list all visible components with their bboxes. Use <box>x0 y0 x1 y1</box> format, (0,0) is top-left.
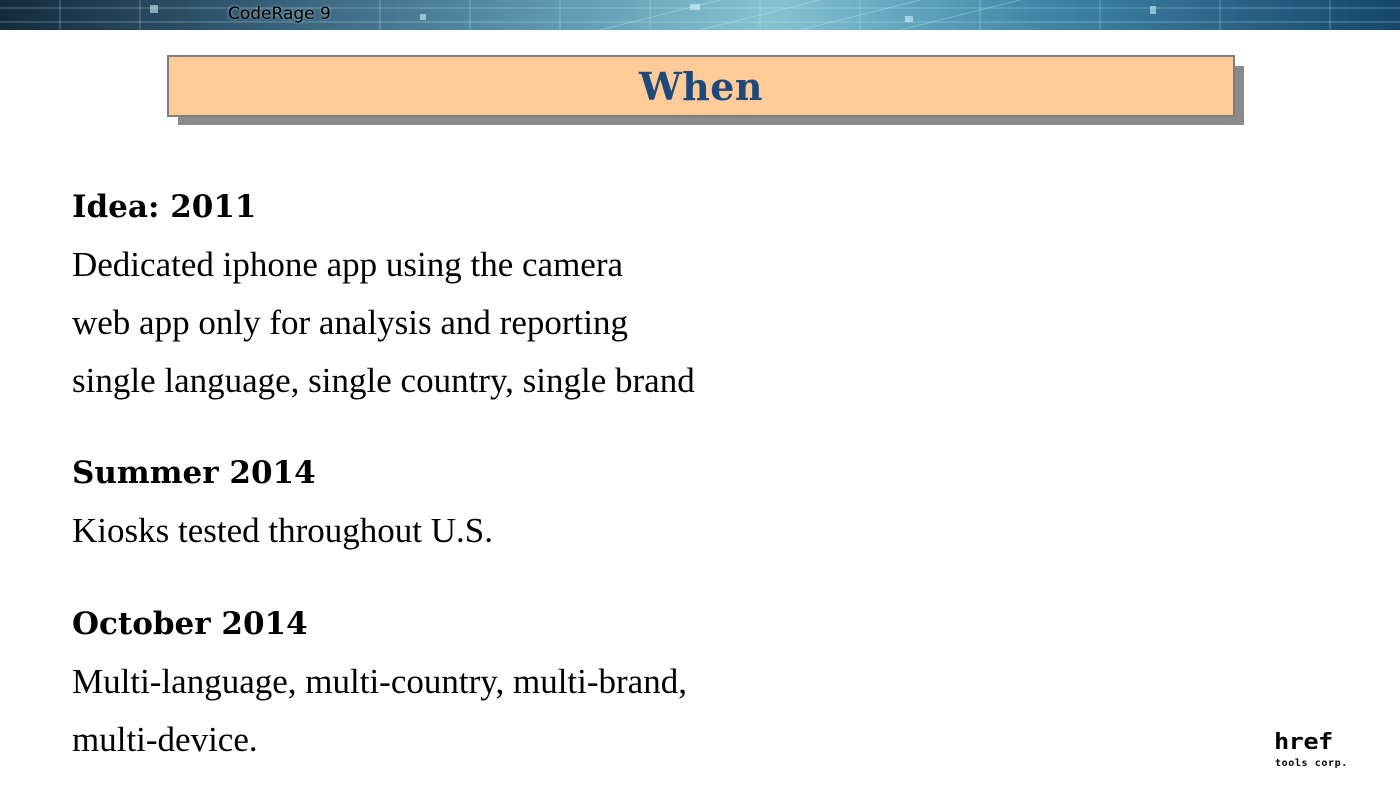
slide-content: Idea: 2011 Dedicated iphone app using th… <box>72 178 695 769</box>
slide-title: When <box>638 63 764 109</box>
section-line: multi-device. <box>72 720 258 759</box>
banner-title: CodeRage 9 <box>228 4 331 24</box>
logo-subtitle: tools corp. <box>1275 758 1348 769</box>
header-banner: CodeRage 9 <box>0 0 1400 30</box>
section-line: Dedicated iphone app using the camera <box>72 245 624 284</box>
section-heading: Idea: 2011 <box>72 189 257 225</box>
slide: CodeRage 9 When Idea: 2011 Dedicated iph… <box>0 0 1400 788</box>
section-idea: Idea: 2011 Dedicated iphone app using th… <box>72 178 695 410</box>
section-october: October 2014 Multi-language, multi-count… <box>72 595 695 769</box>
logo-wordmark: href <box>1274 730 1333 755</box>
section-heading: Summer 2014 <box>72 455 316 491</box>
title-box: When <box>167 55 1235 117</box>
section-line: Kiosks tested throughout U.S. <box>72 511 493 550</box>
section-heading: October 2014 <box>72 606 308 642</box>
section-line: Multi-language, multi-country, multi-bra… <box>72 662 687 701</box>
section-summer: Summer 2014 Kiosks tested throughout U.S… <box>72 444 695 560</box>
section-line: single language, single country, single … <box>72 361 695 400</box>
circuit-pattern-graphic <box>0 0 1400 30</box>
href-tools-logo: href tools corp. <box>1274 730 1374 778</box>
section-line: web app only for analysis and reporting <box>72 303 628 342</box>
